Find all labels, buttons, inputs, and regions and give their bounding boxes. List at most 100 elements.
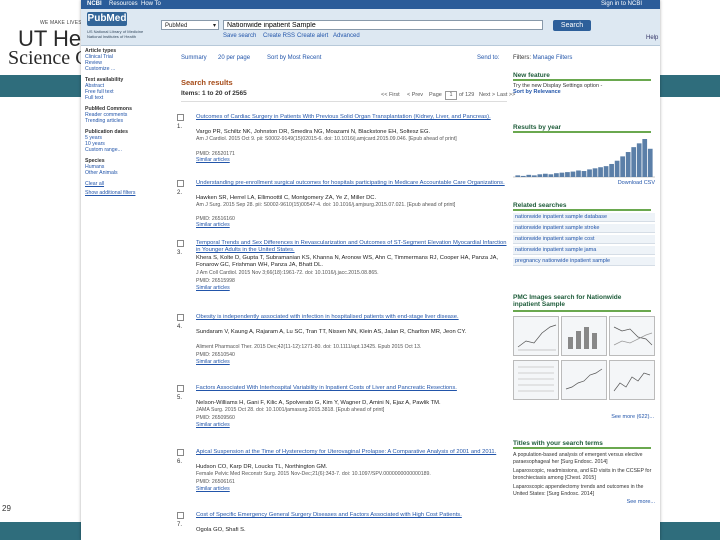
result-title-link[interactable]: Factors Associated With Interhospital Va… [196, 385, 508, 392]
next-page-link[interactable]: Next > [479, 92, 495, 98]
download-csv-link[interactable]: Download CSV [618, 180, 655, 186]
year-bar[interactable] [642, 139, 648, 177]
similar-articles-link[interactable]: Similar articles [196, 285, 230, 292]
per-page-dropdown[interactable]: 20 per page [218, 55, 250, 61]
year-bar[interactable] [647, 148, 653, 177]
year-bar[interactable] [520, 175, 526, 177]
pmc-thumbnail[interactable] [513, 360, 559, 400]
year-bar[interactable] [636, 143, 642, 177]
filter-other-animals[interactable]: Other Animals [85, 170, 165, 176]
pmc-thumbnail[interactable] [561, 316, 607, 356]
show-additional-filters-link[interactable]: Show additional filters [85, 190, 165, 196]
create-rss-link[interactable]: Create RSS [263, 33, 295, 39]
prev-page-link[interactable]: < Prev [407, 92, 423, 98]
search-button[interactable]: Search [553, 20, 591, 31]
ncbi-link[interactable]: NCBI [87, 1, 102, 7]
year-bar[interactable] [515, 175, 521, 177]
year-bar[interactable] [554, 173, 559, 177]
year-bar[interactable] [548, 174, 554, 177]
pmc-thumbnail[interactable] [561, 360, 607, 400]
year-bar[interactable] [609, 163, 614, 177]
pmc-thumbnail[interactable] [609, 360, 655, 400]
result-checkbox[interactable] [177, 180, 184, 187]
similar-articles-link[interactable]: Similar articles [196, 486, 230, 493]
save-search-link[interactable]: Save search [223, 33, 256, 39]
create-alert-link[interactable]: Create alert [297, 33, 328, 39]
clear-all-link[interactable]: Clear all [85, 181, 165, 187]
pmc-thumbnail[interactable] [513, 316, 559, 356]
result-title-link[interactable]: Temporal Trends and Sex Differences in R… [196, 240, 508, 254]
see-more-titles-link[interactable]: See more... [513, 499, 655, 505]
see-more-images-link[interactable]: See more (622)... [611, 414, 654, 420]
result-title-link[interactable]: Outcomes of Cardiac Surgery in Patients … [196, 114, 508, 121]
results-by-year-chart[interactable] [513, 136, 655, 178]
search-input[interactable] [223, 20, 543, 30]
filter-trending-articles[interactable]: Trending articles [85, 118, 165, 124]
filters-label: Filters: [513, 55, 531, 61]
year-bar[interactable] [587, 169, 592, 177]
send-to-dropdown[interactable]: Send to: [477, 55, 499, 61]
summary-format-dropdown[interactable]: Summary [181, 55, 207, 61]
result-checkbox[interactable] [177, 314, 184, 321]
results-divider [181, 101, 507, 102]
result-checkbox[interactable] [177, 114, 184, 121]
year-bar[interactable] [620, 156, 625, 177]
results-by-year-title: Results by year [513, 124, 562, 131]
how-to-menu[interactable]: How To [141, 1, 161, 7]
pubmed-logo[interactable]: PubMed [87, 12, 127, 26]
year-bar[interactable] [531, 175, 537, 177]
sort-dropdown[interactable]: Sort by Most Recent [267, 55, 321, 61]
titles-item[interactable]: Laparoscopic appendectomy trends and out… [513, 484, 655, 497]
year-bar[interactable] [537, 174, 543, 177]
year-bar[interactable] [565, 172, 570, 177]
year-bar[interactable] [576, 170, 581, 177]
related-search-item[interactable]: nationwide inpatient sample database [513, 213, 655, 222]
sign-in-link[interactable]: Sign in to NCBI [601, 1, 642, 7]
related-search-item[interactable]: nationwide inpatient sample stroke [513, 224, 655, 233]
similar-articles-link[interactable]: Similar articles [196, 422, 230, 429]
similar-articles-link[interactable]: Similar articles [196, 157, 230, 164]
year-bar[interactable] [603, 166, 609, 177]
year-bar[interactable] [614, 160, 620, 177]
first-page-link[interactable]: << First [381, 92, 400, 98]
year-bar[interactable] [526, 174, 532, 177]
result-checkbox[interactable] [177, 240, 184, 247]
similar-articles-link[interactable]: Similar articles [196, 359, 230, 366]
result-checkbox[interactable] [177, 449, 184, 456]
result-title-link[interactable]: Cost of Specific Emergency General Surge… [196, 512, 508, 519]
titles-item[interactable]: Laparoscopic, readmissions, and ED visit… [513, 468, 655, 481]
pmc-thumbnail[interactable] [609, 316, 655, 356]
result-checkbox[interactable] [177, 385, 184, 392]
new-feature-box: New feature Try the new Display Settings… [513, 72, 655, 95]
filter-custom-range[interactable]: Custom range... [85, 147, 165, 153]
help-link[interactable]: Help [646, 35, 658, 41]
result-title-link[interactable]: Apical Suspension at the Time of Hystere… [196, 449, 508, 456]
page-number-input[interactable]: 1 [445, 91, 457, 100]
titles-item[interactable]: A population-based analysis of emergent … [513, 452, 655, 465]
year-bar[interactable] [559, 172, 565, 177]
filter-full-text[interactable]: Full text [85, 95, 165, 101]
resources-menu[interactable]: Resources [109, 1, 138, 7]
pmc-images-title: PMC Images search for Nationwide inpatie… [513, 294, 622, 308]
sort-by-relevance-link[interactable]: Sort by Relevance [513, 89, 655, 95]
related-search-item[interactable]: nationwide inpatient sample jama [513, 246, 655, 255]
result-checkbox[interactable] [177, 512, 184, 519]
year-bar[interactable] [598, 167, 603, 177]
year-bar[interactable] [570, 171, 576, 177]
filter-section-species: Species Humans Other Animals [85, 158, 165, 176]
result-title-link[interactable]: Obesity is independently associated with… [196, 314, 508, 321]
year-bar[interactable] [631, 147, 637, 177]
advanced-link[interactable]: Advanced [333, 33, 360, 39]
result-title-link[interactable]: Understanding pre-enrollment surgical ou… [196, 180, 508, 187]
database-select[interactable]: PubMed ▾ [161, 20, 219, 30]
filter-customize[interactable]: Customize ... [85, 66, 165, 72]
manage-filters-link[interactable]: Manage Filters [533, 55, 573, 61]
similar-articles-link[interactable]: Similar articles [196, 222, 230, 229]
related-search-item[interactable]: nationwide inpatient sample cost [513, 235, 655, 244]
year-bar[interactable] [625, 152, 631, 177]
result-authors: Ogola GO, Shafi S. [196, 527, 246, 533]
year-bar[interactable] [592, 168, 598, 177]
year-bar[interactable] [543, 173, 548, 177]
related-search-item[interactable]: pregnancy nationwide inpatient sample [513, 257, 655, 266]
year-bar[interactable] [581, 171, 587, 177]
